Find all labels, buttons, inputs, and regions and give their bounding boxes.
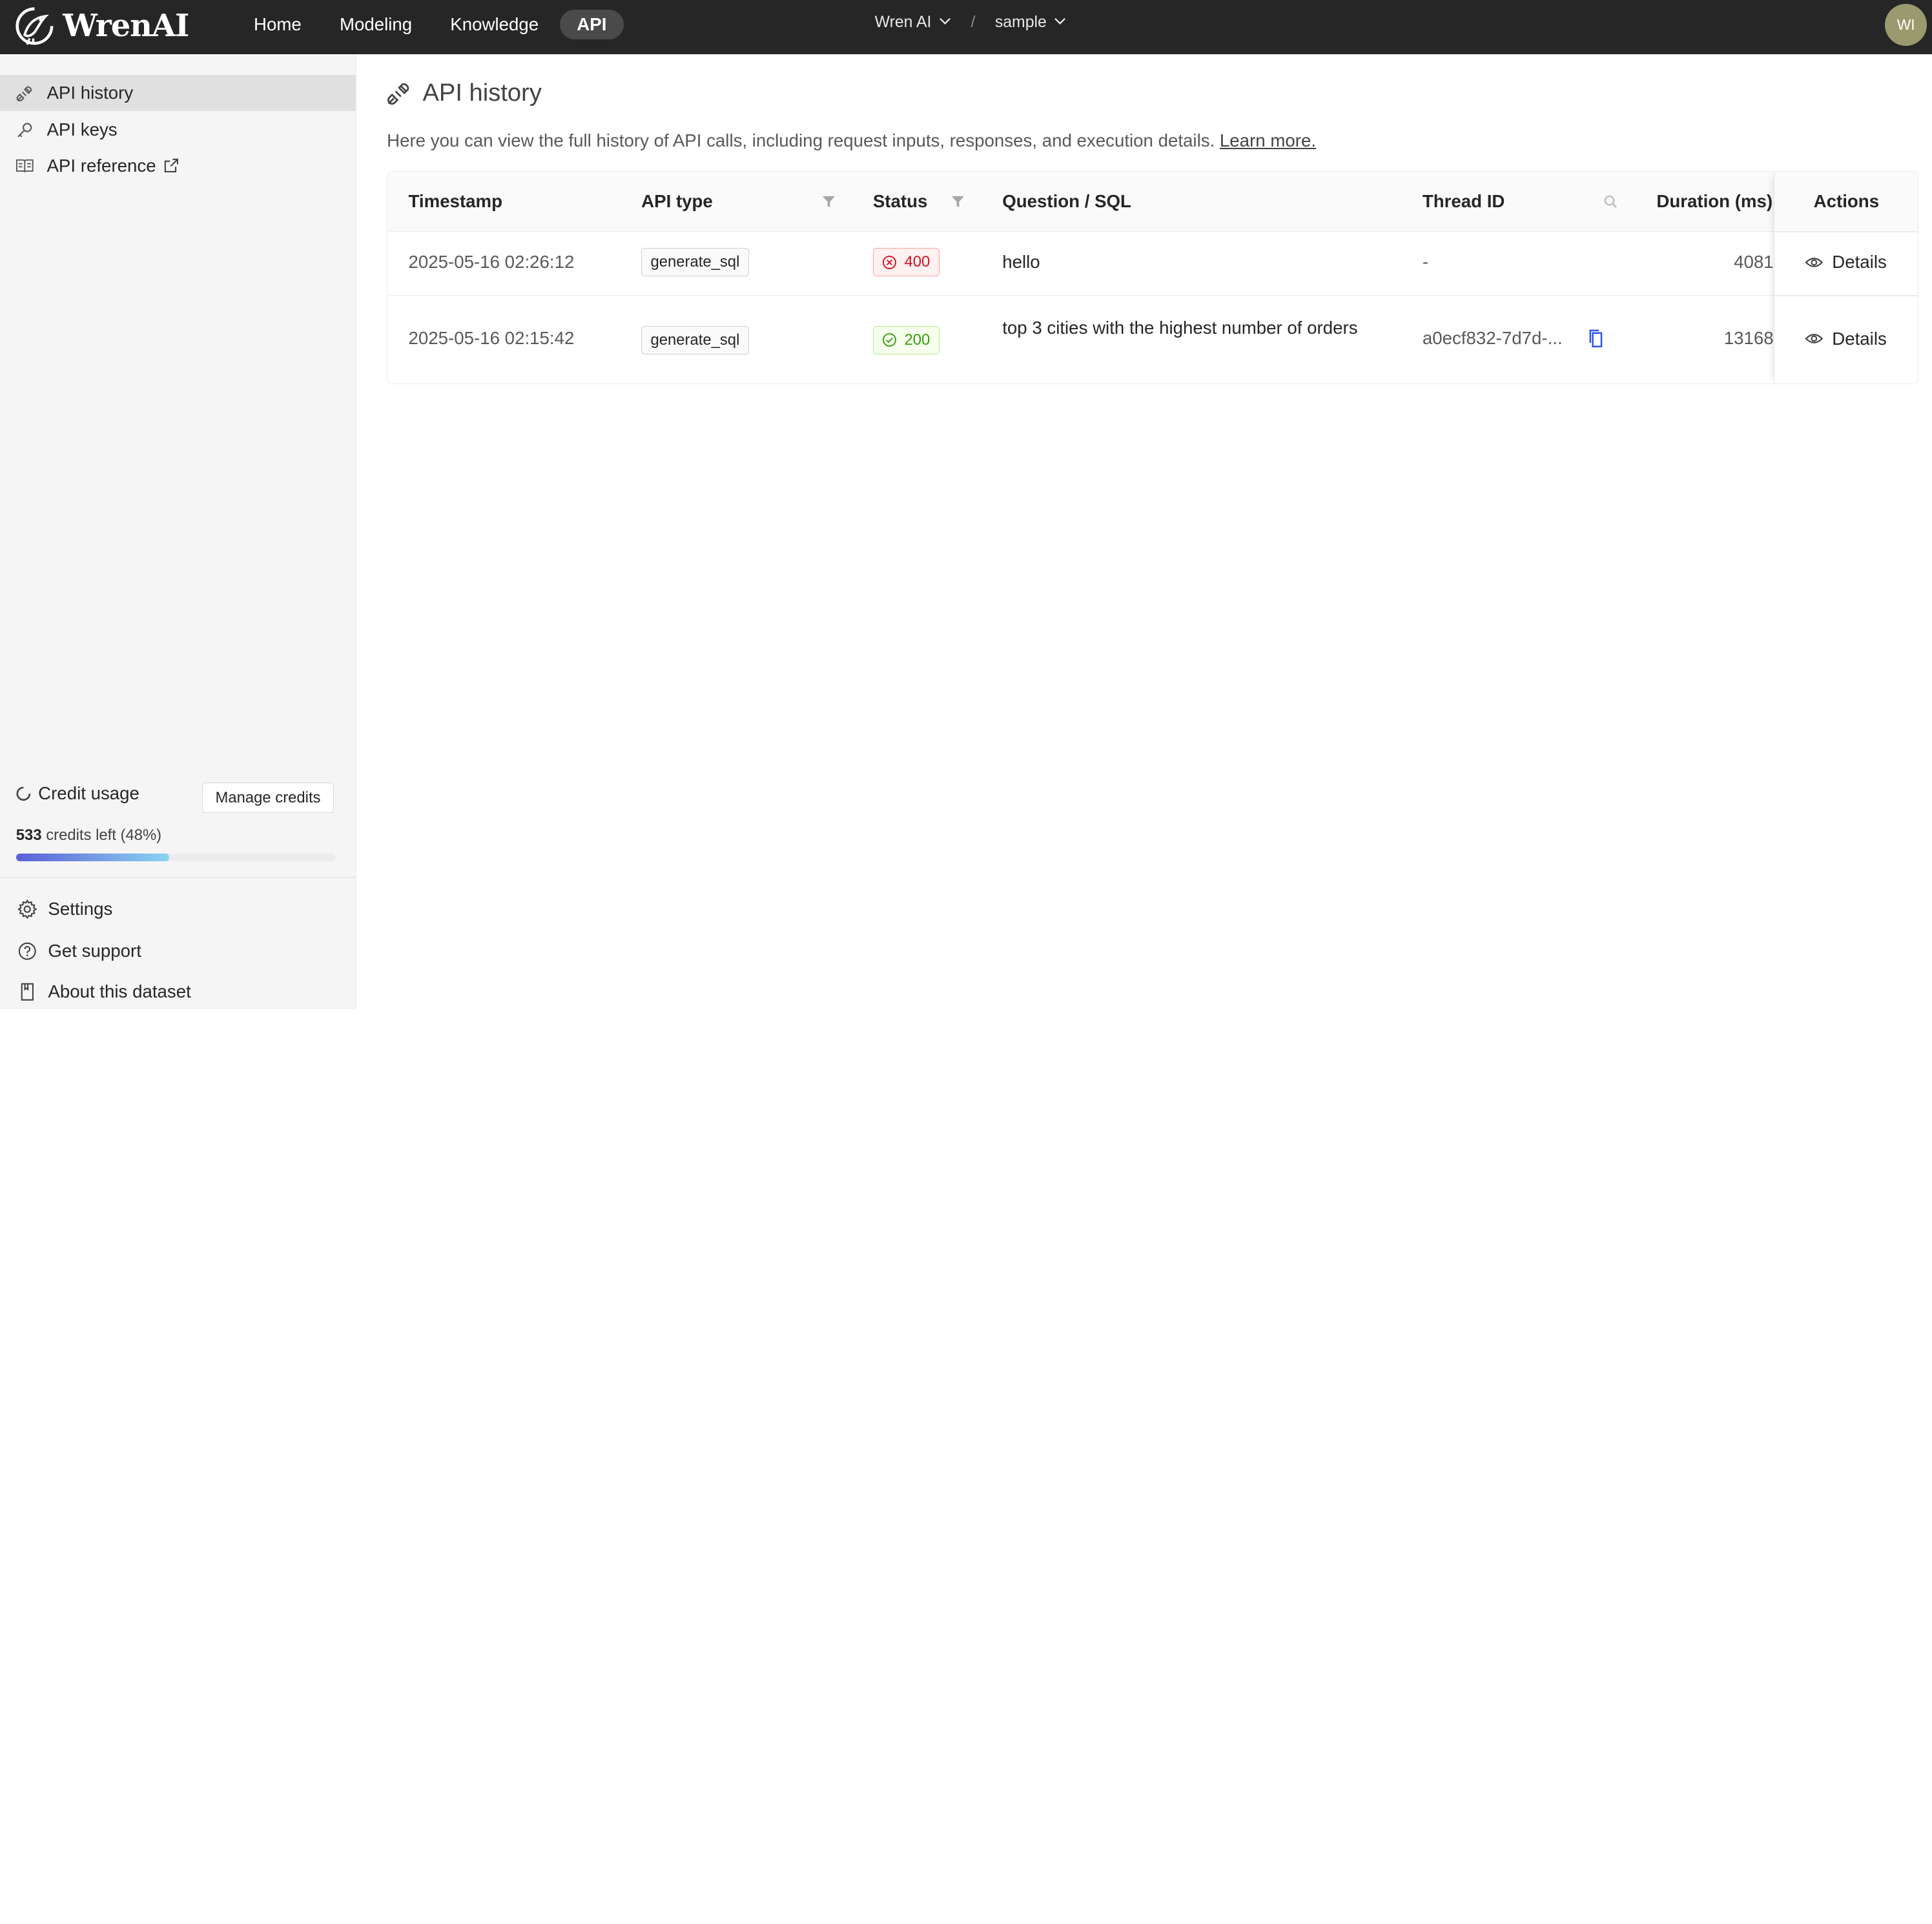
external-link-icon — [163, 158, 180, 174]
api-icon — [387, 81, 411, 105]
credit-progress-bar — [15, 854, 335, 861]
details-label: Details — [1832, 328, 1887, 349]
column-header-thread-id: Thread ID — [1422, 191, 1505, 212]
api-type-tag: generate_sql — [641, 325, 749, 354]
sidebar-item-label: About this dataset — [48, 981, 191, 1001]
column-header-duration: Duration (ms) — [1656, 191, 1773, 212]
details-button[interactable]: Details — [1805, 252, 1887, 272]
app-root: WrenAI Home Modeling Knowledge API Wren … — [0, 0, 1932, 1009]
sidebar-item-get-support[interactable]: Get support — [0, 932, 356, 969]
credits-suffix: credits left (48%) — [46, 826, 162, 844]
column-header-actions: Actions — [1813, 191, 1880, 212]
nav-home[interactable]: Home — [236, 10, 318, 39]
sidebar-item-about-dataset[interactable]: About this dataset — [0, 973, 356, 1008]
credits-count: 533 — [15, 826, 42, 844]
bookmark-icon — [17, 982, 37, 1002]
eye-icon — [1805, 257, 1824, 267]
table-header: Timestamp API type Status Question / SQL… — [387, 172, 1918, 232]
thread-id-cell: a0ecf832-7d7d-... — [1422, 328, 1563, 349]
filter-icon[interactable] — [951, 194, 965, 209]
project-select[interactable]: sample — [995, 14, 1047, 32]
actions-row-divider — [1774, 294, 1918, 296]
book-icon — [15, 156, 35, 176]
column-header-api-type: API type — [641, 191, 713, 212]
question-cell: top 3 cities with the highest number of … — [1002, 317, 1358, 338]
filter-icon[interactable] — [821, 194, 836, 209]
chevron-down-icon[interactable] — [939, 14, 951, 32]
search-icon[interactable] — [1603, 194, 1618, 209]
sidebar-item-api-reference[interactable]: API reference — [0, 148, 356, 183]
column-header-timestamp[interactable]: Timestamp — [409, 172, 503, 231]
sidebar-divider — [0, 877, 356, 879]
copy-icon[interactable] — [1588, 329, 1604, 348]
actions-column: Actions Details Details — [1773, 172, 1918, 384]
learn-more-link[interactable]: Learn more. — [1220, 130, 1316, 150]
timestamp-cell: 2025-05-16 02:26:12 — [408, 252, 575, 272]
credit-usage-heading: Credit usage — [15, 783, 139, 804]
gear-icon — [17, 899, 37, 919]
credit-progress-fill — [15, 854, 169, 861]
status-code: 200 — [904, 331, 930, 349]
column-header-status: Status — [872, 191, 928, 212]
manage-credits-button[interactable]: Manage credits — [201, 782, 334, 814]
api-history-table: Timestamp API type Status Question / SQL… — [387, 171, 1918, 385]
details-label: Details — [1832, 252, 1887, 272]
column-header-question: Question / SQL — [1002, 191, 1131, 212]
sidebar-item-api-history[interactable]: API history — [0, 75, 356, 111]
user-avatar[interactable]: WI — [1885, 3, 1927, 46]
page-description: Here you can view the full history of AP… — [387, 130, 1316, 151]
error-circle-icon — [883, 255, 897, 269]
question-icon — [17, 941, 37, 961]
sidebar-item-label: API keys — [46, 119, 118, 140]
credits-left-text: 533 credits left (48%) — [16, 826, 161, 844]
thread-id-cell: - — [1422, 252, 1429, 272]
nav-modeling[interactable]: Modeling — [322, 10, 429, 39]
sidebar: API history API keys API reference Credi… — [0, 54, 357, 1009]
timestamp-cell: 2025-05-16 02:15:42 — [408, 328, 575, 349]
logo-text: WrenAI — [63, 8, 189, 45]
top-navbar: WrenAI Home Modeling Knowledge API Wren … — [0, 0, 1932, 54]
main-nav: Home Modeling Knowledge API — [236, 10, 624, 40]
sidebar-item-label: API history — [46, 83, 134, 103]
status-badge: 400 — [872, 248, 940, 277]
description-text: Here you can view the full history of AP… — [387, 130, 1215, 151]
context-switcher: Wren AI / sample — [875, 14, 1086, 32]
actions-header-divider — [1774, 230, 1918, 232]
sidebar-item-api-keys[interactable]: API keys — [0, 112, 356, 148]
duration-cell: 4081 — [1734, 252, 1774, 272]
loading-circle-icon — [15, 785, 32, 803]
table-row: 2025-05-16 02:15:42 generate_sql 200 top… — [387, 296, 1918, 384]
nav-api[interactable]: API — [559, 10, 624, 40]
sidebar-item-label: API reference — [46, 155, 156, 176]
sidebar-item-settings[interactable]: Settings — [0, 890, 356, 927]
credit-usage-label: Credit usage — [38, 783, 139, 804]
page-title: API history — [387, 79, 542, 107]
details-button[interactable]: Details — [1805, 329, 1887, 349]
logo[interactable]: WrenAI — [14, 5, 189, 47]
workspace-select[interactable]: Wren AI — [875, 14, 932, 32]
sidebar-item-label: Get support — [48, 940, 141, 961]
sidebar-item-label: Settings — [48, 899, 113, 919]
nav-knowledge[interactable]: Knowledge — [433, 10, 556, 39]
page-title-text: API history — [422, 79, 542, 107]
key-icon — [15, 120, 35, 140]
status-badge: 200 — [872, 325, 940, 354]
question-cell: hello — [1002, 252, 1040, 272]
eye-icon — [1805, 334, 1824, 343]
duration-cell: 13168 — [1723, 328, 1774, 349]
api-icon — [15, 83, 35, 103]
status-code: 400 — [904, 253, 930, 271]
wren-bird-icon — [15, 7, 54, 45]
breadcrumb-separator: / — [971, 13, 976, 31]
api-type-tag: generate_sql — [641, 248, 749, 277]
check-circle-icon — [883, 333, 897, 347]
chevron-down-icon[interactable] — [1054, 14, 1066, 32]
table-row: 2025-05-16 02:26:12 generate_sql 400 hel… — [387, 232, 1918, 296]
